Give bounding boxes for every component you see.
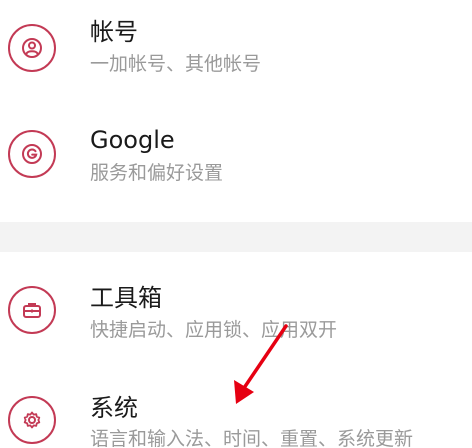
toolbox-icon [8,286,56,334]
settings-item-subtitle: 快捷启动、应用锁、应用双开 [90,319,338,341]
settings-item-google[interactable]: Google 服务和偏好设置 [0,105,472,215]
settings-item-title: 帐号 [90,18,138,46]
settings-item-system[interactable]: 系统 语言和输入法、时间、重置、系统更新 [0,372,472,448]
settings-item-title: 系统 [90,394,138,422]
account-icon [8,24,56,72]
settings-page: 帐号 一加帐号、其他帐号 Google 服务和偏好设置 工具箱 快捷启动、应用锁… [0,0,472,448]
settings-item-subtitle: 一加帐号、其他帐号 [90,53,262,75]
settings-item-account[interactable]: 帐号 一加帐号、其他帐号 [0,0,472,100]
google-icon [8,130,56,178]
settings-item-title: Google [90,126,175,154]
settings-item-subtitle: 语言和输入法、时间、重置、系统更新 [90,428,414,448]
settings-item-subtitle: 服务和偏好设置 [90,162,224,184]
section-divider [0,222,472,252]
gear-icon [8,396,56,444]
settings-item-toolbox[interactable]: 工具箱 快捷启动、应用锁、应用双开 [0,262,472,362]
settings-item-title: 工具箱 [90,284,162,312]
